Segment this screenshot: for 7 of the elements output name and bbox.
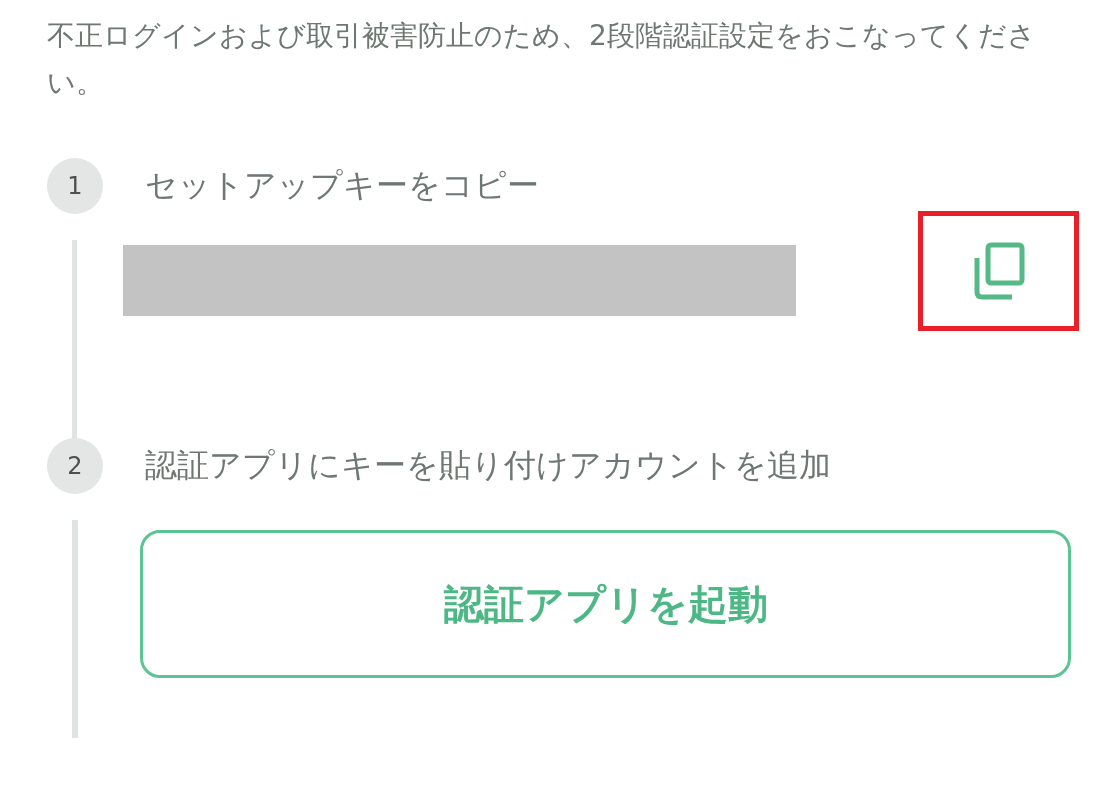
step-number: 2 [47, 438, 103, 494]
intro-text: 不正ログインおよび取引被害防止のため、2段階認証設定をおこなってください。 [47, 18, 1037, 101]
copy-button[interactable] [918, 211, 1079, 331]
step-number: 1 [47, 158, 103, 214]
launch-app-button[interactable]: 認証アプリを起動 [140, 530, 1071, 678]
step-title: 認証アプリにキーを貼り付けアカウントを追加 [145, 445, 831, 486]
step-title: セットアップキーをコピー [145, 165, 539, 206]
